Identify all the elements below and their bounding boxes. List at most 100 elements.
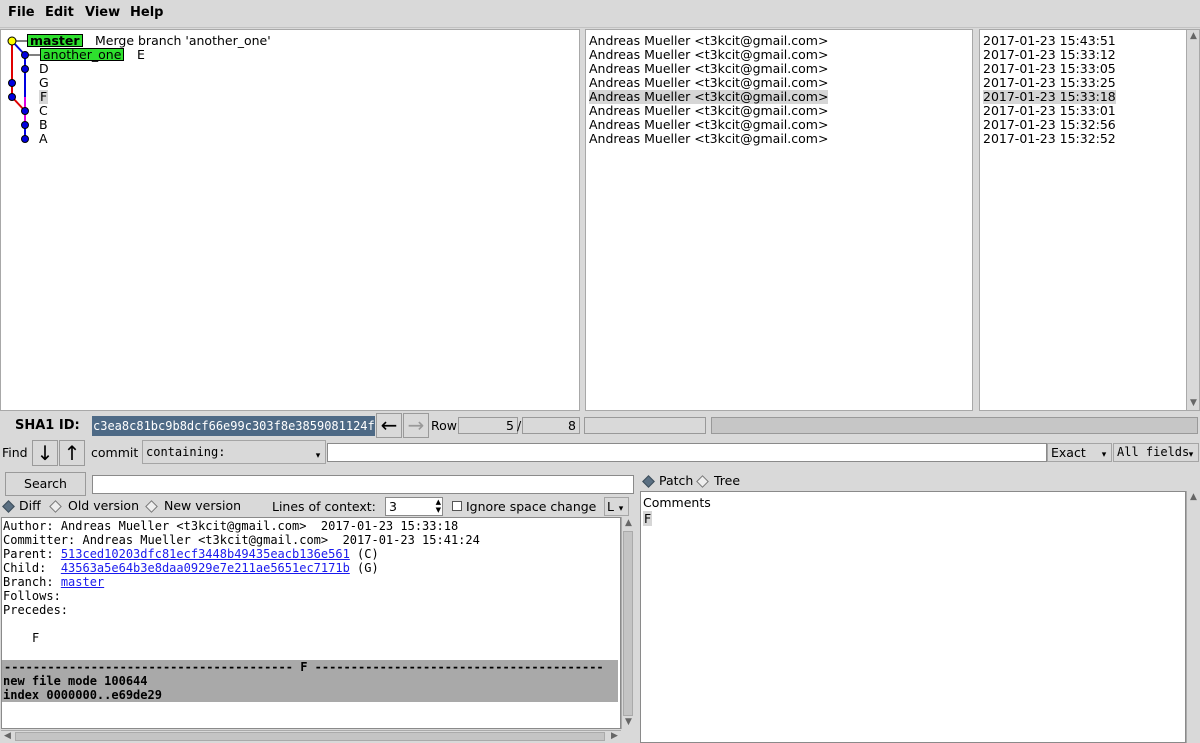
status-field bbox=[584, 417, 706, 434]
commit-details-text: Author: Andreas Mueller <t3kcit@gmail.co… bbox=[3, 519, 480, 617]
scroll-up-icon[interactable]: ▲ bbox=[1187, 491, 1200, 504]
graph-node-g[interactable] bbox=[8, 79, 16, 87]
search-button[interactable]: Search bbox=[5, 472, 86, 496]
tree-radio[interactable] bbox=[696, 475, 709, 488]
diff-radio[interactable] bbox=[2, 500, 15, 513]
find-down-arrow-icon[interactable]: ↓ bbox=[32, 440, 58, 466]
commit-subject[interactable]: A bbox=[39, 132, 48, 146]
old-version-radio[interactable] bbox=[49, 500, 62, 513]
author-cell[interactable]: Andreas Mueller <t3kcit@gmail.com> bbox=[589, 132, 828, 146]
date-cell-selected[interactable]: 2017-01-23 15:33:18 bbox=[983, 90, 1116, 104]
commit-subject[interactable]: D bbox=[39, 62, 49, 76]
graph-node-c[interactable] bbox=[21, 107, 29, 115]
date-cell[interactable]: 2017-01-23 15:33:12 bbox=[983, 48, 1116, 62]
commit-label: commit bbox=[91, 445, 139, 460]
back-arrow-icon[interactable]: ← bbox=[376, 413, 402, 438]
spin-arrows-icon[interactable]: ▲ ▼ bbox=[436, 498, 441, 514]
chevron-down-icon: ▾ bbox=[618, 504, 624, 514]
parent-sha-link[interactable]: 513ced10203dfc81ecf3448b49435eacb136e561 bbox=[61, 547, 350, 561]
file-list-pane[interactable]: Comments F bbox=[640, 491, 1186, 743]
menu-view[interactable]: View bbox=[85, 5, 120, 20]
find-match-select[interactable]: Exact ▾ bbox=[1047, 443, 1112, 462]
child-sha-link[interactable]: 43563a5e64b3e8daa0929e7e211ae5651ec7171b bbox=[61, 561, 350, 575]
graph-node-f[interactable] bbox=[8, 93, 16, 101]
author-cell[interactable]: Andreas Mueller <t3kcit@gmail.com> bbox=[589, 48, 828, 62]
author-cell-selected[interactable]: Andreas Mueller <t3kcit@gmail.com> bbox=[589, 90, 829, 104]
row-label: Row bbox=[431, 418, 457, 433]
scroll-thumb[interactable] bbox=[623, 531, 633, 716]
commit-message: F bbox=[32, 631, 40, 645]
scroll-left-icon[interactable]: ◀ bbox=[1, 731, 14, 742]
find-type-select[interactable]: containing: ▾ bbox=[142, 440, 326, 464]
old-version-label: Old version bbox=[68, 498, 140, 513]
comments-item[interactable]: Comments bbox=[643, 495, 711, 510]
file-list-scrollbar[interactable]: ▲ bbox=[1186, 491, 1200, 743]
commit-subject[interactable]: E bbox=[137, 48, 145, 62]
line-mode-select[interactable]: L ▾ bbox=[604, 497, 629, 516]
diff-separator: ----------------------------------------… bbox=[4, 660, 604, 674]
menu-file[interactable]: File bbox=[8, 5, 35, 20]
author-cell[interactable]: Andreas Mueller <t3kcit@gmail.com> bbox=[589, 62, 828, 76]
row-separator: / bbox=[517, 418, 522, 433]
graph-node-b[interactable] bbox=[21, 121, 29, 129]
date-cell[interactable]: 2017-01-23 15:33:01 bbox=[983, 104, 1116, 118]
search-input[interactable] bbox=[92, 475, 634, 494]
ignore-space-checkbox[interactable] bbox=[452, 501, 462, 511]
chevron-down-icon: ▾ bbox=[1101, 450, 1107, 460]
chevron-down-icon: ▾ bbox=[315, 451, 321, 461]
commit-subject-selected[interactable]: F bbox=[39, 90, 49, 104]
date-cell[interactable]: 2017-01-23 15:32:56 bbox=[983, 118, 1116, 132]
author-cell[interactable]: Andreas Mueller <t3kcit@gmail.com> bbox=[589, 34, 828, 48]
sha-label: SHA1 ID: bbox=[15, 418, 80, 433]
new-version-label: New version bbox=[164, 498, 242, 513]
branch-link[interactable]: master bbox=[61, 575, 104, 589]
date-cell[interactable]: 2017-01-23 15:32:52 bbox=[983, 132, 1116, 146]
sha-input[interactable]: c3ea8c81bc9b8dcf66e99c303f8e3859081124f8 bbox=[92, 416, 375, 436]
row-current: 5 bbox=[458, 417, 518, 434]
find-input[interactable] bbox=[327, 443, 1047, 462]
author-pane[interactable]: Andreas Mueller <t3kcit@gmail.com> Andre… bbox=[585, 29, 973, 411]
find-up-arrow-icon[interactable]: ↑ bbox=[59, 440, 85, 466]
file-item[interactable]: F bbox=[643, 511, 653, 526]
details-vscrollbar[interactable]: ▲ ▼ bbox=[621, 517, 635, 729]
date-pane[interactable]: 2017-01-23 15:43:51 2017-01-23 15:33:12 … bbox=[979, 29, 1200, 411]
list-scrollbar[interactable]: ▲ ▼ bbox=[1186, 30, 1199, 410]
commit-subject[interactable]: C bbox=[39, 104, 48, 118]
find-label: Find bbox=[2, 445, 28, 460]
details-hscrollbar[interactable]: ◀ ▶ bbox=[1, 730, 621, 742]
graph-node-merge[interactable] bbox=[7, 36, 17, 46]
scroll-thumb[interactable] bbox=[15, 732, 605, 741]
diff-index: index 0000000..e69de29 bbox=[3, 688, 162, 702]
commit-subject[interactable]: Merge branch 'another_one' bbox=[95, 34, 271, 48]
new-version-radio[interactable] bbox=[145, 500, 158, 513]
context-spinbox[interactable]: 3 ▲ ▼ bbox=[385, 497, 443, 516]
find-fields-select[interactable]: All fields ▾ bbox=[1113, 443, 1199, 462]
scroll-up-icon[interactable]: ▲ bbox=[622, 517, 635, 530]
author-cell[interactable]: Andreas Mueller <t3kcit@gmail.com> bbox=[589, 118, 828, 132]
date-cell[interactable]: 2017-01-23 15:33:05 bbox=[983, 62, 1116, 76]
author-cell[interactable]: Andreas Mueller <t3kcit@gmail.com> bbox=[589, 76, 828, 90]
forward-arrow-icon[interactable]: → bbox=[403, 413, 429, 438]
scroll-right-icon[interactable]: ▶ bbox=[608, 731, 621, 742]
date-cell[interactable]: 2017-01-23 15:33:25 bbox=[983, 76, 1116, 90]
scroll-down-icon[interactable]: ▼ bbox=[1187, 397, 1199, 410]
scroll-down-icon[interactable]: ▼ bbox=[622, 716, 635, 729]
progress-bar bbox=[711, 417, 1198, 434]
graph-node-d[interactable] bbox=[21, 65, 29, 73]
menu-edit[interactable]: Edit bbox=[45, 5, 74, 20]
branch-tag-master[interactable]: master bbox=[27, 34, 83, 47]
branch-tag-another-one[interactable]: another_one bbox=[40, 48, 125, 61]
commit-subject[interactable]: G bbox=[39, 76, 49, 90]
commit-graph-pane[interactable]: master Merge branch 'another_one' anothe… bbox=[0, 29, 580, 411]
commit-subject[interactable]: B bbox=[39, 118, 48, 132]
author-cell[interactable]: Andreas Mueller <t3kcit@gmail.com> bbox=[589, 104, 828, 118]
menu-bar: File Edit View Help bbox=[0, 0, 1200, 28]
scroll-up-icon[interactable]: ▲ bbox=[1187, 30, 1199, 43]
diff-header: ----------------------------------------… bbox=[2, 660, 618, 702]
patch-radio[interactable] bbox=[642, 475, 655, 488]
graph-node-a[interactable] bbox=[21, 135, 29, 143]
date-cell[interactable]: 2017-01-23 15:43:51 bbox=[983, 34, 1116, 48]
graph-node-e[interactable] bbox=[21, 51, 29, 59]
menu-help[interactable]: Help bbox=[130, 5, 163, 20]
chevron-down-icon: ▾ bbox=[1188, 450, 1194, 460]
